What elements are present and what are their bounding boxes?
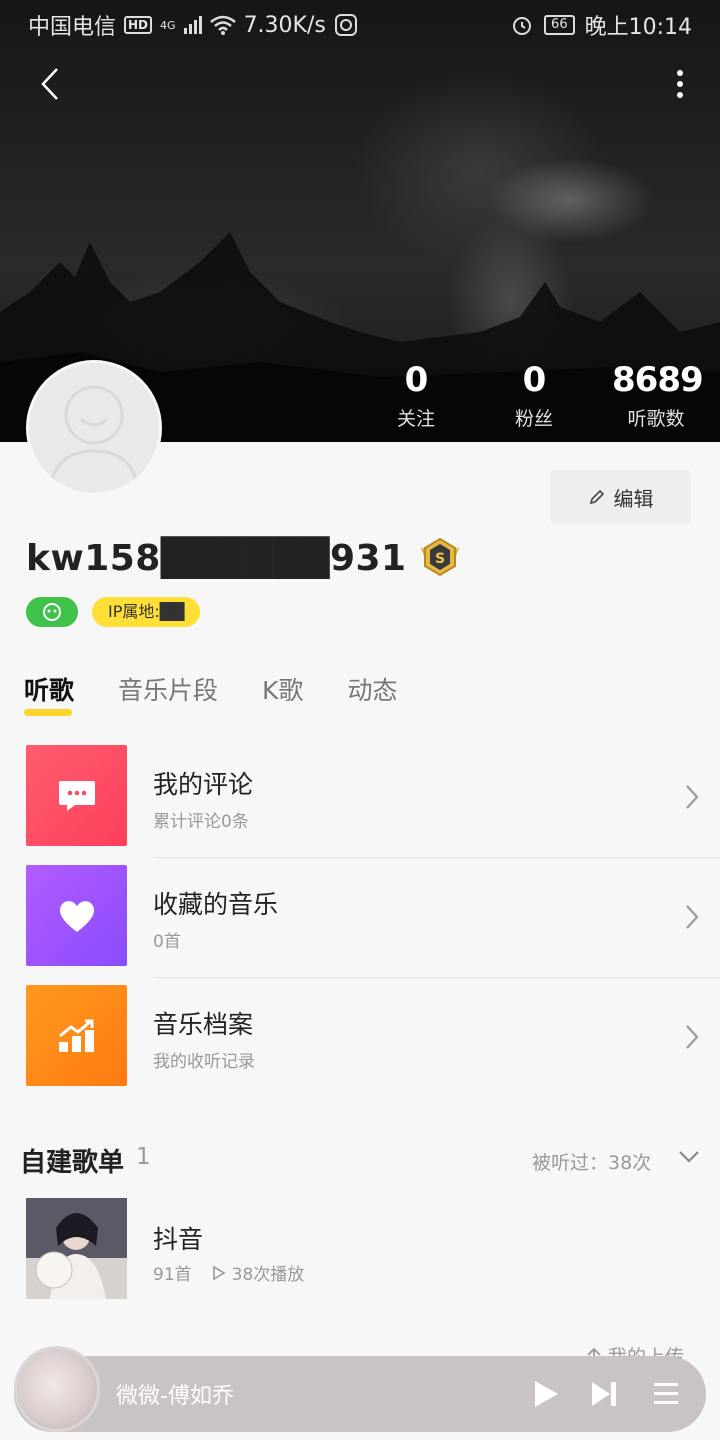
stat-fans[interactable]: 0 粉丝 bbox=[504, 360, 564, 431]
feature-subtitle: 累计评论0条 bbox=[153, 812, 249, 832]
svg-text:S: S bbox=[435, 551, 445, 567]
pencil-icon bbox=[589, 489, 604, 505]
cover-art bbox=[26, 1198, 127, 1299]
vip-level-badge-icon[interactable]: S bbox=[415, 533, 465, 583]
comment-icon-box bbox=[26, 745, 127, 846]
album-disc[interactable] bbox=[14, 1346, 100, 1432]
playlists-heard: 被听过：38次 bbox=[532, 1152, 652, 1174]
wifi-icon bbox=[209, 15, 236, 35]
feature-title: 收藏的音乐 bbox=[153, 890, 279, 919]
chevron-right-icon bbox=[686, 785, 699, 809]
avatar[interactable] bbox=[26, 360, 162, 496]
stat-label: 粉丝 bbox=[514, 408, 553, 430]
stat-value: 8689 bbox=[612, 360, 704, 400]
chevron-left-icon bbox=[41, 68, 58, 100]
feature-subtitle: 0首 bbox=[153, 932, 181, 952]
heart-icon-box bbox=[26, 865, 127, 966]
tab-music-clips[interactable]: 音乐片段 bbox=[118, 670, 218, 720]
network-type: 4G bbox=[160, 19, 176, 32]
playlist-meta: 91首 38次播放 bbox=[153, 1260, 304, 1285]
app-notification-icon bbox=[334, 14, 357, 36]
playlist-play-count: 38次播放 bbox=[231, 1265, 305, 1285]
battery-indicator: 66 bbox=[544, 15, 575, 35]
playlist-cover bbox=[26, 1198, 127, 1299]
divider bbox=[153, 977, 720, 978]
stats-icon-box bbox=[26, 985, 127, 1086]
signal-icon bbox=[183, 16, 202, 34]
playlists-header: 自建歌单 1 被听过：38次 bbox=[20, 1140, 700, 1180]
more-vertical-icon bbox=[677, 70, 683, 98]
playlist-plays-wrap: 38次播放 bbox=[212, 1260, 305, 1285]
play-button[interactable] bbox=[526, 1374, 566, 1414]
mini-player[interactable]: 微微-傅如乔 bbox=[14, 1346, 706, 1432]
ip-location-badge: IP属地:██ bbox=[92, 597, 201, 627]
feature-my-comments[interactable]: 我的评论 累计评论0条 bbox=[0, 745, 720, 865]
playlists-count: 1 bbox=[136, 1144, 151, 1170]
clock: 晚上10:14 bbox=[584, 15, 692, 40]
more-button[interactable] bbox=[660, 62, 700, 106]
hd-badge: HD bbox=[124, 16, 153, 34]
profile-tabs: 听歌 音乐片段 K歌 动态 bbox=[24, 670, 397, 720]
chevron-right-icon bbox=[686, 905, 699, 929]
feature-subtitle: 我的收听记录 bbox=[153, 1052, 255, 1072]
identity-badge[interactable] bbox=[26, 597, 78, 627]
stat-value: 0 bbox=[404, 360, 429, 400]
tab-listening[interactable]: 听歌 bbox=[24, 670, 74, 720]
next-button[interactable] bbox=[584, 1374, 624, 1414]
chevron-down-icon[interactable] bbox=[678, 1150, 700, 1164]
stat-value: 0 bbox=[522, 360, 547, 400]
stat-following[interactable]: 0 关注 bbox=[386, 360, 446, 431]
alarm-icon bbox=[513, 17, 532, 35]
divider bbox=[153, 857, 720, 858]
profile-tags: IP属地:██ bbox=[26, 597, 201, 627]
playlist-track-count: 91首 bbox=[153, 1265, 192, 1285]
chevron-right-icon bbox=[686, 1025, 699, 1049]
feature-title: 音乐档案 bbox=[153, 1010, 254, 1039]
comment-icon bbox=[58, 780, 95, 811]
feature-favorite-music[interactable]: 收藏的音乐 0首 bbox=[0, 865, 720, 985]
status-bar: 中国电信 HD 4G 7.30K/s 66 晚上10:14 bbox=[0, 0, 720, 50]
default-avatar-icon bbox=[49, 385, 139, 484]
back-button[interactable] bbox=[30, 62, 70, 106]
play-outline-icon bbox=[212, 1265, 226, 1280]
username-row: kw158██████931 S bbox=[26, 530, 465, 586]
alien-icon bbox=[43, 603, 61, 621]
username: kw158██████931 bbox=[26, 537, 407, 579]
edit-label: 编辑 bbox=[613, 486, 654, 511]
stat-plays[interactable]: 8689 听歌数 bbox=[612, 360, 704, 431]
stats-icon bbox=[58, 1019, 94, 1052]
tab-karaoke[interactable]: K歌 bbox=[262, 670, 303, 720]
feature-music-profile[interactable]: 音乐档案 我的收听记录 bbox=[0, 985, 720, 1105]
stat-label: 听歌数 bbox=[627, 408, 685, 430]
heart-icon bbox=[59, 900, 94, 932]
playlist-name: 抖音 bbox=[153, 1225, 204, 1254]
stat-label: 关注 bbox=[396, 408, 435, 430]
play-icon bbox=[535, 1381, 558, 1407]
feature-title: 我的评论 bbox=[153, 770, 254, 799]
tab-activity[interactable]: 动态 bbox=[347, 670, 397, 720]
edit-profile-button[interactable]: 编辑 bbox=[550, 470, 691, 524]
playlist-queue-button[interactable] bbox=[646, 1374, 686, 1414]
net-speed: 7.30K/s bbox=[243, 12, 326, 38]
now-playing-title: 微微-傅如乔 bbox=[116, 1384, 234, 1409]
playlists-title: 自建歌单 bbox=[20, 1148, 125, 1178]
playlist-item[interactable]: 抖音 91首 38次播放 bbox=[0, 1198, 720, 1302]
carrier-text: 中国电信 bbox=[28, 15, 117, 40]
queue-list-icon bbox=[654, 1383, 678, 1404]
skip-next-icon bbox=[592, 1382, 616, 1406]
